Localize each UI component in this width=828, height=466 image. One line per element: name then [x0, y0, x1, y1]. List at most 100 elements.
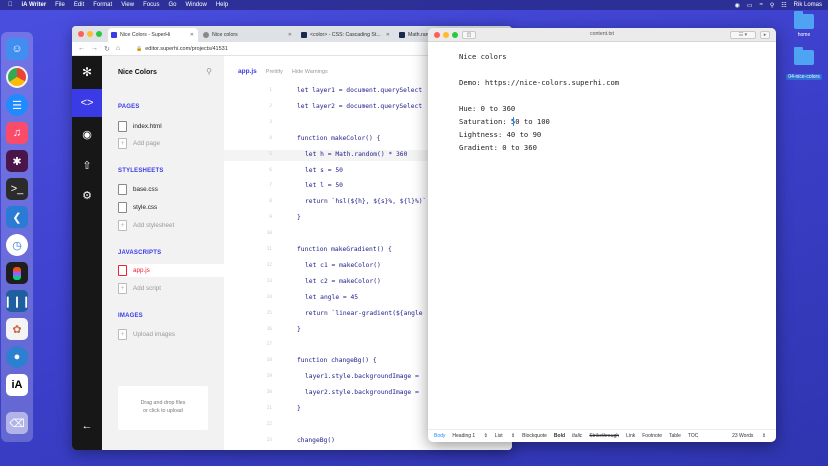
superhi-logo-icon[interactable]: ✻	[79, 64, 95, 80]
add-page-button[interactable]: + Add page	[118, 137, 224, 150]
screen-record-icon[interactable]: ◉	[735, 2, 740, 9]
code-view-icon[interactable]: <>	[72, 89, 102, 117]
upload-dropzone[interactable]: Drag and drop files or click to upload	[118, 386, 208, 430]
current-file-tab[interactable]: app.js	[238, 68, 257, 75]
desktop-folder-project[interactable]: 04-nice-colors	[784, 47, 824, 83]
terminal-icon[interactable]: >_	[6, 178, 28, 200]
zoom-window-button[interactable]	[96, 31, 102, 37]
add-script-button[interactable]: + Add script	[118, 282, 224, 295]
back-arrow-icon[interactable]: ←	[79, 418, 95, 434]
menu-go[interactable]: Go	[168, 2, 176, 8]
status-link[interactable]: Link	[626, 433, 635, 439]
reload-icon[interactable]: ↻	[104, 45, 110, 53]
apple-icon[interactable]: 	[8, 2, 13, 8]
close-tab-icon[interactable]: ✕	[190, 32, 194, 38]
status-blockquote[interactable]: Blockquote	[522, 433, 547, 439]
menu-focus[interactable]: Focus	[143, 2, 159, 8]
status-body[interactable]: Body	[434, 433, 445, 439]
line-number: 21	[266, 406, 272, 411]
code-text: layer1.style.backgroundImage =	[305, 373, 419, 381]
status-strikethrough[interactable]: Strikethrough	[589, 433, 619, 439]
status-list[interactable]: List ⇕	[495, 433, 515, 439]
ia-writer-window: ◫ content.txt ☷ ▾ ▸ Nice colors Demo: ht…	[428, 28, 776, 442]
ia-writer-icon[interactable]: iA	[6, 374, 28, 396]
status-table[interactable]: Table	[669, 433, 681, 439]
browser-tab-nice-colors[interactable]: Nice colors ✕	[200, 28, 296, 42]
upload-images-button[interactable]: + Upload images	[118, 328, 224, 341]
menu-help[interactable]: Help	[216, 2, 228, 8]
doc-line-hue: Hue: 0 to 360	[459, 104, 516, 113]
file-style-css[interactable]: style.css	[118, 201, 224, 214]
line-number: 12	[266, 262, 272, 268]
music-icon[interactable]: ♫	[6, 122, 28, 144]
settings-gear-icon[interactable]: ⚙	[79, 187, 95, 203]
line-number: 7	[269, 183, 272, 189]
search-icon[interactable]: ⚲	[770, 2, 774, 9]
close-tab-icon[interactable]: ✕	[288, 32, 292, 38]
podcast-icon[interactable]: ❙❙❙	[3, 290, 31, 312]
status-heading[interactable]: Heading 1 ⇕	[452, 433, 487, 439]
line-number: 22	[266, 421, 272, 427]
preview-eye-icon[interactable]: ◉	[79, 126, 95, 142]
code-text: let c1 = makeColor()	[305, 261, 381, 269]
add-file-icon: +	[118, 220, 127, 231]
word-count[interactable]: 23 Words ⇕	[732, 433, 766, 439]
figma-icon[interactable]	[6, 262, 28, 284]
trash-icon[interactable]: ⌫	[6, 412, 28, 434]
line-number: 23	[266, 437, 272, 443]
control-center-icon[interactable]: ☷	[781, 2, 786, 9]
code-text: let layer2 = document.querySelect	[297, 102, 423, 110]
finder-icon[interactable]: ☺	[6, 38, 28, 60]
status-toc[interactable]: TOC	[688, 433, 698, 439]
line-number: 14	[266, 294, 272, 300]
wifi-icon[interactable]: ≈	[760, 2, 763, 8]
line-number: 9	[269, 215, 272, 221]
code-text: return `linear-gradient(${angle	[305, 309, 423, 317]
menu-edit[interactable]: Edit	[74, 2, 84, 8]
address-bar[interactable]: 🔒 editor.superhi.com/projects/41531	[136, 44, 228, 54]
preview-toggle-icon[interactable]: ☷ ▾	[730, 31, 756, 39]
file-index-html[interactable]: index.html	[118, 120, 224, 133]
folder-icon	[794, 47, 814, 65]
file-app-js[interactable]: app.js	[118, 264, 224, 277]
back-icon[interactable]: ←	[78, 45, 85, 52]
photo-app-icon[interactable]: ✿	[6, 318, 28, 340]
status-bold[interactable]: Bold	[554, 433, 565, 439]
browser-tab-superhi[interactable]: Nice Colors - SuperHi ✕	[108, 28, 198, 42]
editor-toolbar: app.js Prettify Hide Warnings	[238, 68, 328, 75]
clock-icon[interactable]: ◷	[6, 234, 28, 256]
file-base-css[interactable]: base.css	[118, 183, 224, 196]
menu-user-name[interactable]: Rik Lomas	[794, 2, 822, 8]
close-window-button[interactable]	[78, 31, 84, 37]
vscode-icon[interactable]: ❮	[6, 206, 28, 228]
file-icon	[118, 121, 127, 132]
share-icon[interactable]: ⇧	[79, 157, 95, 173]
prettify-button[interactable]: Prettify	[266, 69, 283, 75]
menu-window[interactable]: Window	[185, 2, 206, 8]
code-text: let layer1 = document.querySelect	[297, 87, 423, 94]
menu-view[interactable]: View	[121, 2, 134, 8]
home-icon[interactable]: ⌂	[116, 45, 120, 52]
status-footnote[interactable]: Footnote	[642, 433, 662, 439]
search-icon[interactable]: ⚲	[206, 67, 212, 76]
tweetbot-icon[interactable]: ●	[6, 346, 28, 368]
line-number: 19	[266, 374, 272, 380]
menu-app-name[interactable]: iA Writer	[22, 2, 47, 8]
close-tab-icon[interactable]: ✕	[386, 32, 390, 38]
desktop-folder-home[interactable]: home	[784, 11, 824, 38]
add-stylesheet-button[interactable]: + Add stylesheet	[118, 219, 224, 232]
messages-icon[interactable]: ☰	[6, 94, 28, 116]
forward-icon[interactable]: →	[91, 45, 98, 52]
globe-favicon-icon	[203, 32, 209, 38]
slack-icon[interactable]: ✱	[6, 150, 28, 172]
chrome-icon[interactable]	[6, 66, 28, 88]
file-icon	[118, 265, 127, 276]
browser-tab-mdn-color[interactable]: <color> - CSS: Cascading St... ✕	[298, 28, 394, 42]
battery-icon[interactable]: ▭	[747, 2, 753, 9]
menu-file[interactable]: File	[55, 2, 65, 8]
menu-format[interactable]: Format	[93, 2, 112, 8]
minimize-window-button[interactable]	[87, 31, 93, 37]
play-icon[interactable]: ▸	[760, 31, 770, 39]
status-italic[interactable]: Italic	[572, 433, 582, 439]
hide-warnings-button[interactable]: Hide Warnings	[292, 69, 328, 75]
